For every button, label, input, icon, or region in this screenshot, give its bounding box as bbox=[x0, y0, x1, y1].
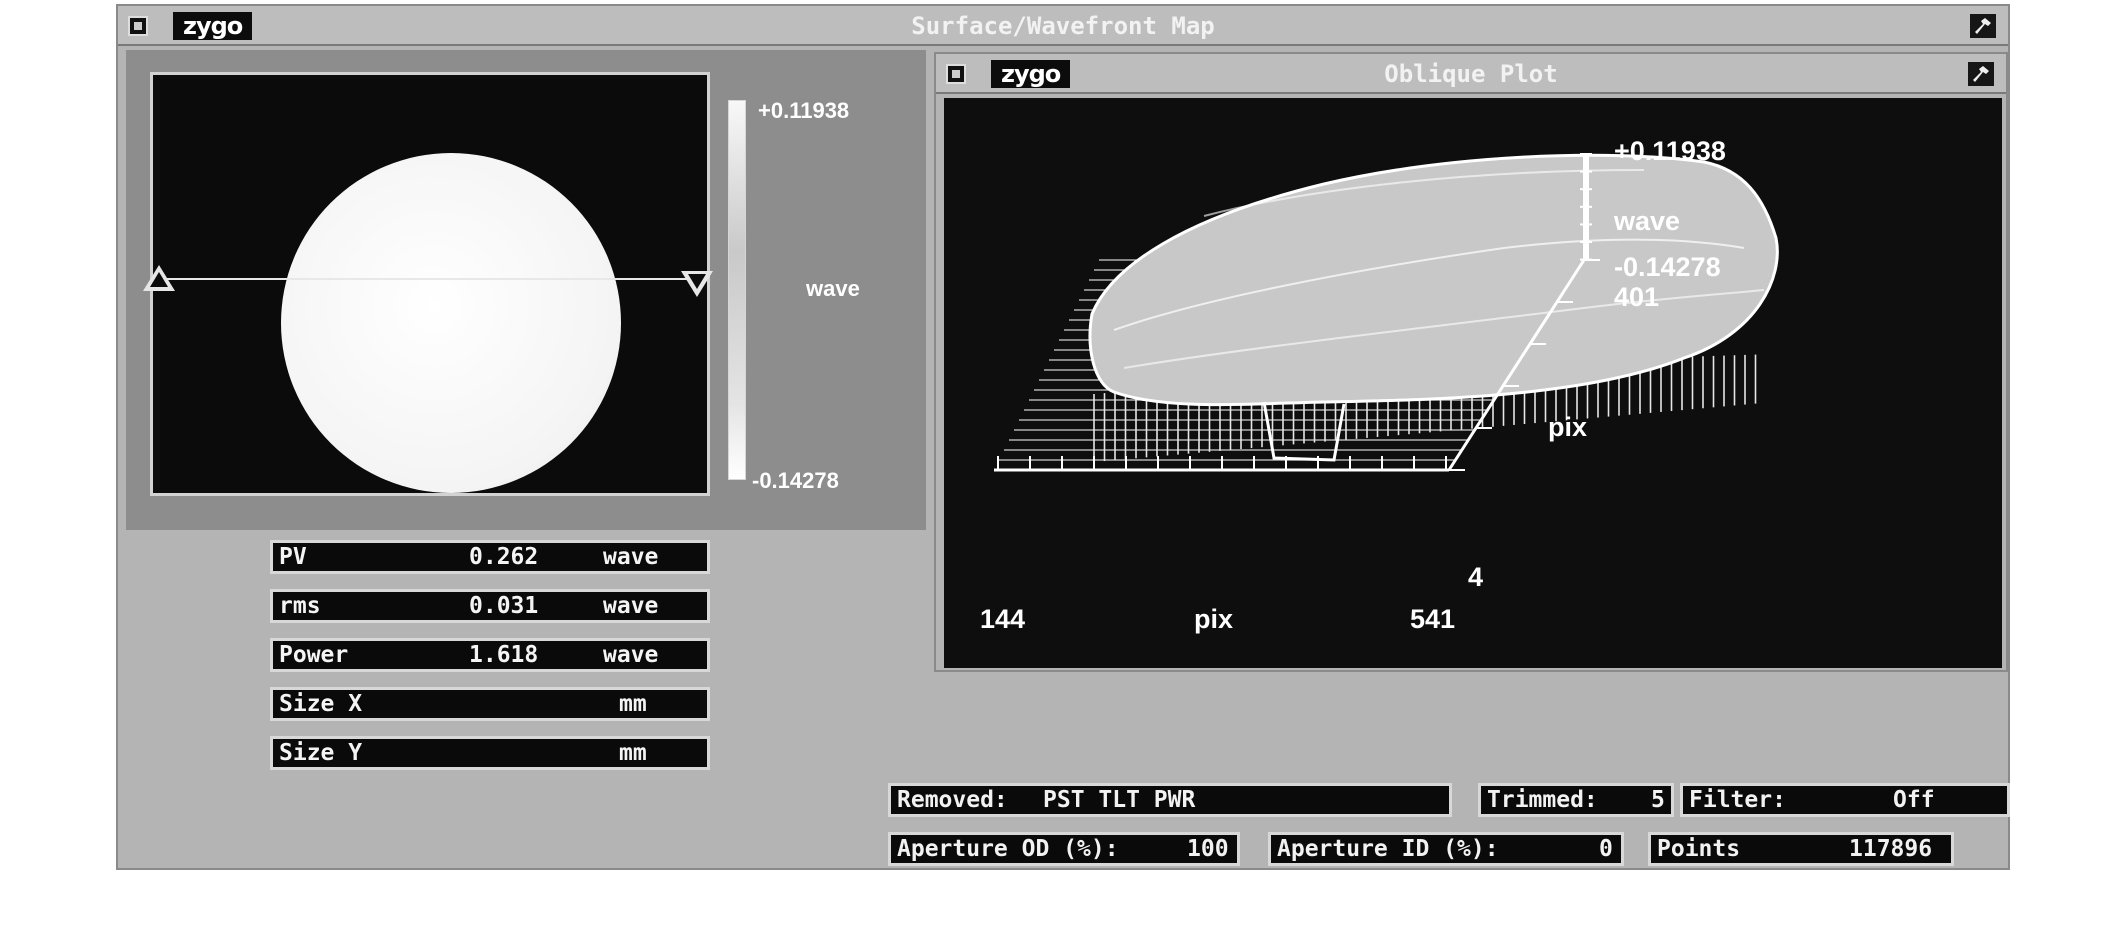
pv-unit: wave bbox=[603, 544, 659, 570]
scale-unit-label: wave bbox=[806, 276, 860, 301]
rms-unit: wave bbox=[603, 593, 659, 619]
surface-map-display[interactable] bbox=[143, 72, 713, 496]
trimmed-value: 5 bbox=[1651, 787, 1665, 813]
z-max-label: +0.11938 bbox=[1614, 136, 1726, 166]
z-unit-label: wave bbox=[1613, 206, 1680, 236]
filter-value: Off bbox=[1893, 787, 1935, 813]
power-unit: wave bbox=[603, 642, 659, 668]
aperture-id-value: 0 bbox=[1599, 836, 1613, 862]
color-scale-bar bbox=[728, 100, 746, 480]
pv-label: PV bbox=[279, 544, 307, 570]
size-x-field: Size X mm bbox=[270, 687, 710, 721]
points-field: Points 117896 bbox=[1648, 832, 1954, 866]
trimmed-field: Trimmed: 5 bbox=[1478, 783, 1674, 817]
x-axis-ticks bbox=[997, 456, 1447, 470]
main-window-title: Surface/Wavefront Map bbox=[911, 12, 1215, 40]
rms-value: 0.031 bbox=[469, 593, 539, 619]
y-unit-label: pix bbox=[1548, 412, 1587, 442]
size-y-field: Size Y mm bbox=[270, 736, 710, 770]
tool-icon[interactable] bbox=[1968, 62, 1994, 86]
oblique-plot-area[interactable]: +0.11938 wave -0.14278 401 pix 4 144 pix… bbox=[944, 98, 2002, 668]
x-min-label: 144 bbox=[980, 604, 1025, 634]
aperture-od-label: Aperture OD (%): bbox=[897, 836, 1119, 862]
removed-value: PST TLT PWR bbox=[1043, 787, 1196, 813]
main-titlebar[interactable]: zygo Surface/Wavefront Map bbox=[118, 6, 2008, 46]
y-min-label: 4 bbox=[1468, 562, 1483, 592]
pv-value: 0.262 bbox=[469, 544, 539, 570]
aperture-od-value: 100 bbox=[1187, 836, 1229, 862]
power-value: 1.618 bbox=[469, 642, 539, 668]
scale-min-label: -0.14278 bbox=[752, 468, 839, 493]
z-min-label: -0.14278 bbox=[1614, 252, 1721, 282]
x-max-label: 541 bbox=[1410, 604, 1455, 634]
aperture-id-label: Aperture ID (%): bbox=[1277, 836, 1499, 862]
aperture-od-field: Aperture OD (%): 100 bbox=[888, 832, 1240, 866]
scale-max-label: +0.11938 bbox=[758, 98, 850, 123]
points-label: Points bbox=[1657, 836, 1741, 862]
removed-field: Removed: PST TLT PWR bbox=[888, 783, 1452, 817]
oblique-plot-window: zygo Oblique Plot +0.11938 wave -0.14278… bbox=[934, 52, 2008, 672]
tool-icon[interactable] bbox=[1970, 14, 1996, 38]
wavefront-map-image bbox=[281, 153, 621, 493]
filter-label: Filter: bbox=[1689, 787, 1786, 813]
size-y-unit: mm bbox=[619, 740, 647, 766]
power-label: Power bbox=[279, 642, 349, 668]
aperture-id-field: Aperture ID (%): 0 bbox=[1268, 832, 1624, 866]
size-x-label: Size X bbox=[279, 691, 363, 717]
size-y-label: Size Y bbox=[279, 740, 363, 766]
oblique-plot: +0.11938 wave -0.14278 401 pix 4 144 pix… bbox=[980, 136, 1779, 634]
profile-cut-line[interactable] bbox=[157, 278, 703, 280]
size-x-unit: mm bbox=[619, 691, 647, 717]
profile-start-marker[interactable] bbox=[143, 265, 175, 291]
y-max-label: 401 bbox=[1614, 282, 1659, 312]
points-value: 117896 bbox=[1849, 836, 1933, 862]
filter-field: Filter: Off bbox=[1680, 783, 2010, 817]
x-unit-label: pix bbox=[1194, 604, 1233, 634]
power-field: Power 1.618 wave bbox=[270, 638, 710, 672]
oblique-window-title: Oblique Plot bbox=[1384, 60, 1558, 88]
oblique-titlebar[interactable]: zygo Oblique Plot bbox=[936, 54, 2006, 94]
rms-field: rms 0.031 wave bbox=[270, 589, 710, 623]
surface-map-panel: +0.11938 wave -0.14278 bbox=[126, 50, 926, 530]
removed-label: Removed: bbox=[897, 787, 1008, 813]
trimmed-label: Trimmed: bbox=[1487, 787, 1598, 813]
rms-label: rms bbox=[279, 593, 321, 619]
profile-end-marker[interactable] bbox=[681, 271, 713, 297]
pv-field: PV 0.262 wave bbox=[270, 540, 710, 574]
